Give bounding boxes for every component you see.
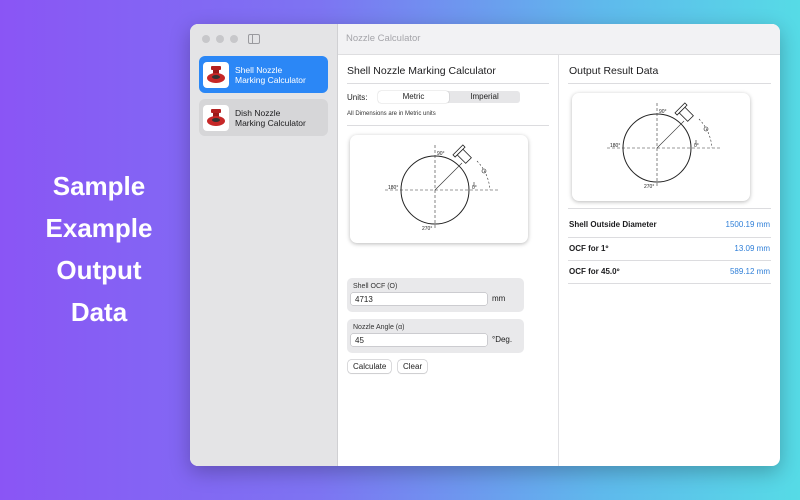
diagram-label-90: 90° <box>437 151 445 157</box>
output-title: Output Result Data <box>569 65 659 77</box>
result-value-ocf-45: 589.12 mm <box>729 267 770 276</box>
divider <box>347 83 549 84</box>
output-nozzle-diagram: 90° 180° 0° 270° <box>607 102 722 190</box>
promo-line: Example <box>45 213 153 243</box>
result-value-ocf-1: 13.09 mm <box>734 244 770 253</box>
nozzle-thumbnail-icon <box>203 104 229 131</box>
shell-ocf-label: Shell OCF (O) <box>353 283 398 290</box>
window-title: Nozzle Calculator <box>346 33 421 44</box>
diagram-label-270: 270° <box>644 184 654 190</box>
nozzle-angle-unit: °Deg. <box>492 335 513 344</box>
sidebar: Shell Nozzle Marking Calculator Dish Noz… <box>190 24 338 466</box>
diagram-label-180: 180° <box>610 143 620 149</box>
units-note: All Dimensions are in Metric units <box>347 111 436 117</box>
result-label-ocf-1: OCF for 1º <box>569 244 609 253</box>
shell-ocf-input[interactable] <box>351 293 487 305</box>
diagram-label-90: 90° <box>659 109 667 115</box>
units-segmented-control: Metric Imperial <box>378 91 520 103</box>
shell-ocf-group: Shell OCF (O) mm <box>347 278 524 312</box>
nozzle-angle-input[interactable] <box>351 334 487 346</box>
diagram-label-270: 270° <box>422 226 432 232</box>
calculator-panel: Shell Nozzle Marking Calculator Units: M… <box>338 55 559 466</box>
zoom-window-button[interactable] <box>230 35 238 43</box>
divider <box>568 237 771 238</box>
shell-ocf-unit: mm <box>492 294 506 303</box>
clear-button[interactable]: Clear <box>398 360 428 373</box>
promo-text: Sample Example Output Data <box>0 165 198 333</box>
output-panel: Output Result Data 90° 180° 0° 270° Shel… <box>559 55 780 466</box>
sidebar-item-label: Dish Nozzle <box>235 107 281 118</box>
minimize-window-button[interactable] <box>216 35 224 43</box>
calculate-button[interactable]: Calculate <box>348 360 392 373</box>
diagram-label-0: 0° <box>694 143 699 149</box>
result-label-ocf-45: OCF for 45.0º <box>569 267 620 276</box>
units-option-imperial[interactable]: Imperial <box>449 91 520 103</box>
result-label-outside-diameter: Shell Outside Diameter <box>569 220 657 229</box>
sidebar-toggle-icon[interactable] <box>248 34 260 44</box>
output-diagram-card: 90° 180° 0° 270° <box>572 93 750 201</box>
promo-line: Sample <box>52 171 146 201</box>
close-window-button[interactable] <box>202 35 210 43</box>
divider <box>568 283 771 284</box>
nozzle-diagram: 90° 180° 0° 270° <box>385 144 500 232</box>
nozzle-diagram-card: 90° 180° 0° 270° <box>350 135 528 243</box>
window-controls <box>202 35 238 43</box>
calculator-title: Shell Nozzle Marking Calculator <box>347 65 496 77</box>
diagram-label-0: 0° <box>472 185 477 191</box>
sidebar-item-shell-nozzle[interactable]: Shell Nozzle Marking Calculator <box>199 56 328 93</box>
sidebar-item-label: Marking Calculator <box>235 74 306 85</box>
divider <box>347 125 549 126</box>
divider <box>568 260 771 261</box>
sidebar-item-dish-nozzle[interactable]: Dish Nozzle Marking Calculator <box>199 99 328 136</box>
result-value-outside-diameter: 1500.19 mm <box>725 220 770 229</box>
diagram-label-180: 180° <box>388 185 398 191</box>
units-option-metric[interactable]: Metric <box>378 91 449 103</box>
divider <box>568 83 771 84</box>
divider <box>568 208 771 209</box>
nozzle-thumbnail-icon <box>203 61 229 88</box>
app-window: Shell Nozzle Marking Calculator Dish Noz… <box>190 24 780 466</box>
promo-line: Output <box>56 255 142 285</box>
promo-line: Data <box>70 297 128 327</box>
nozzle-angle-group: Nozzle Angle (α) °Deg. <box>347 319 524 353</box>
sidebar-item-label: Marking Calculator <box>235 117 306 128</box>
sidebar-item-label: Shell Nozzle <box>235 64 283 75</box>
title-bar: Nozzle Calculator <box>338 24 780 55</box>
units-label: Units: <box>347 93 368 102</box>
nozzle-angle-label: Nozzle Angle (α) <box>353 324 405 331</box>
